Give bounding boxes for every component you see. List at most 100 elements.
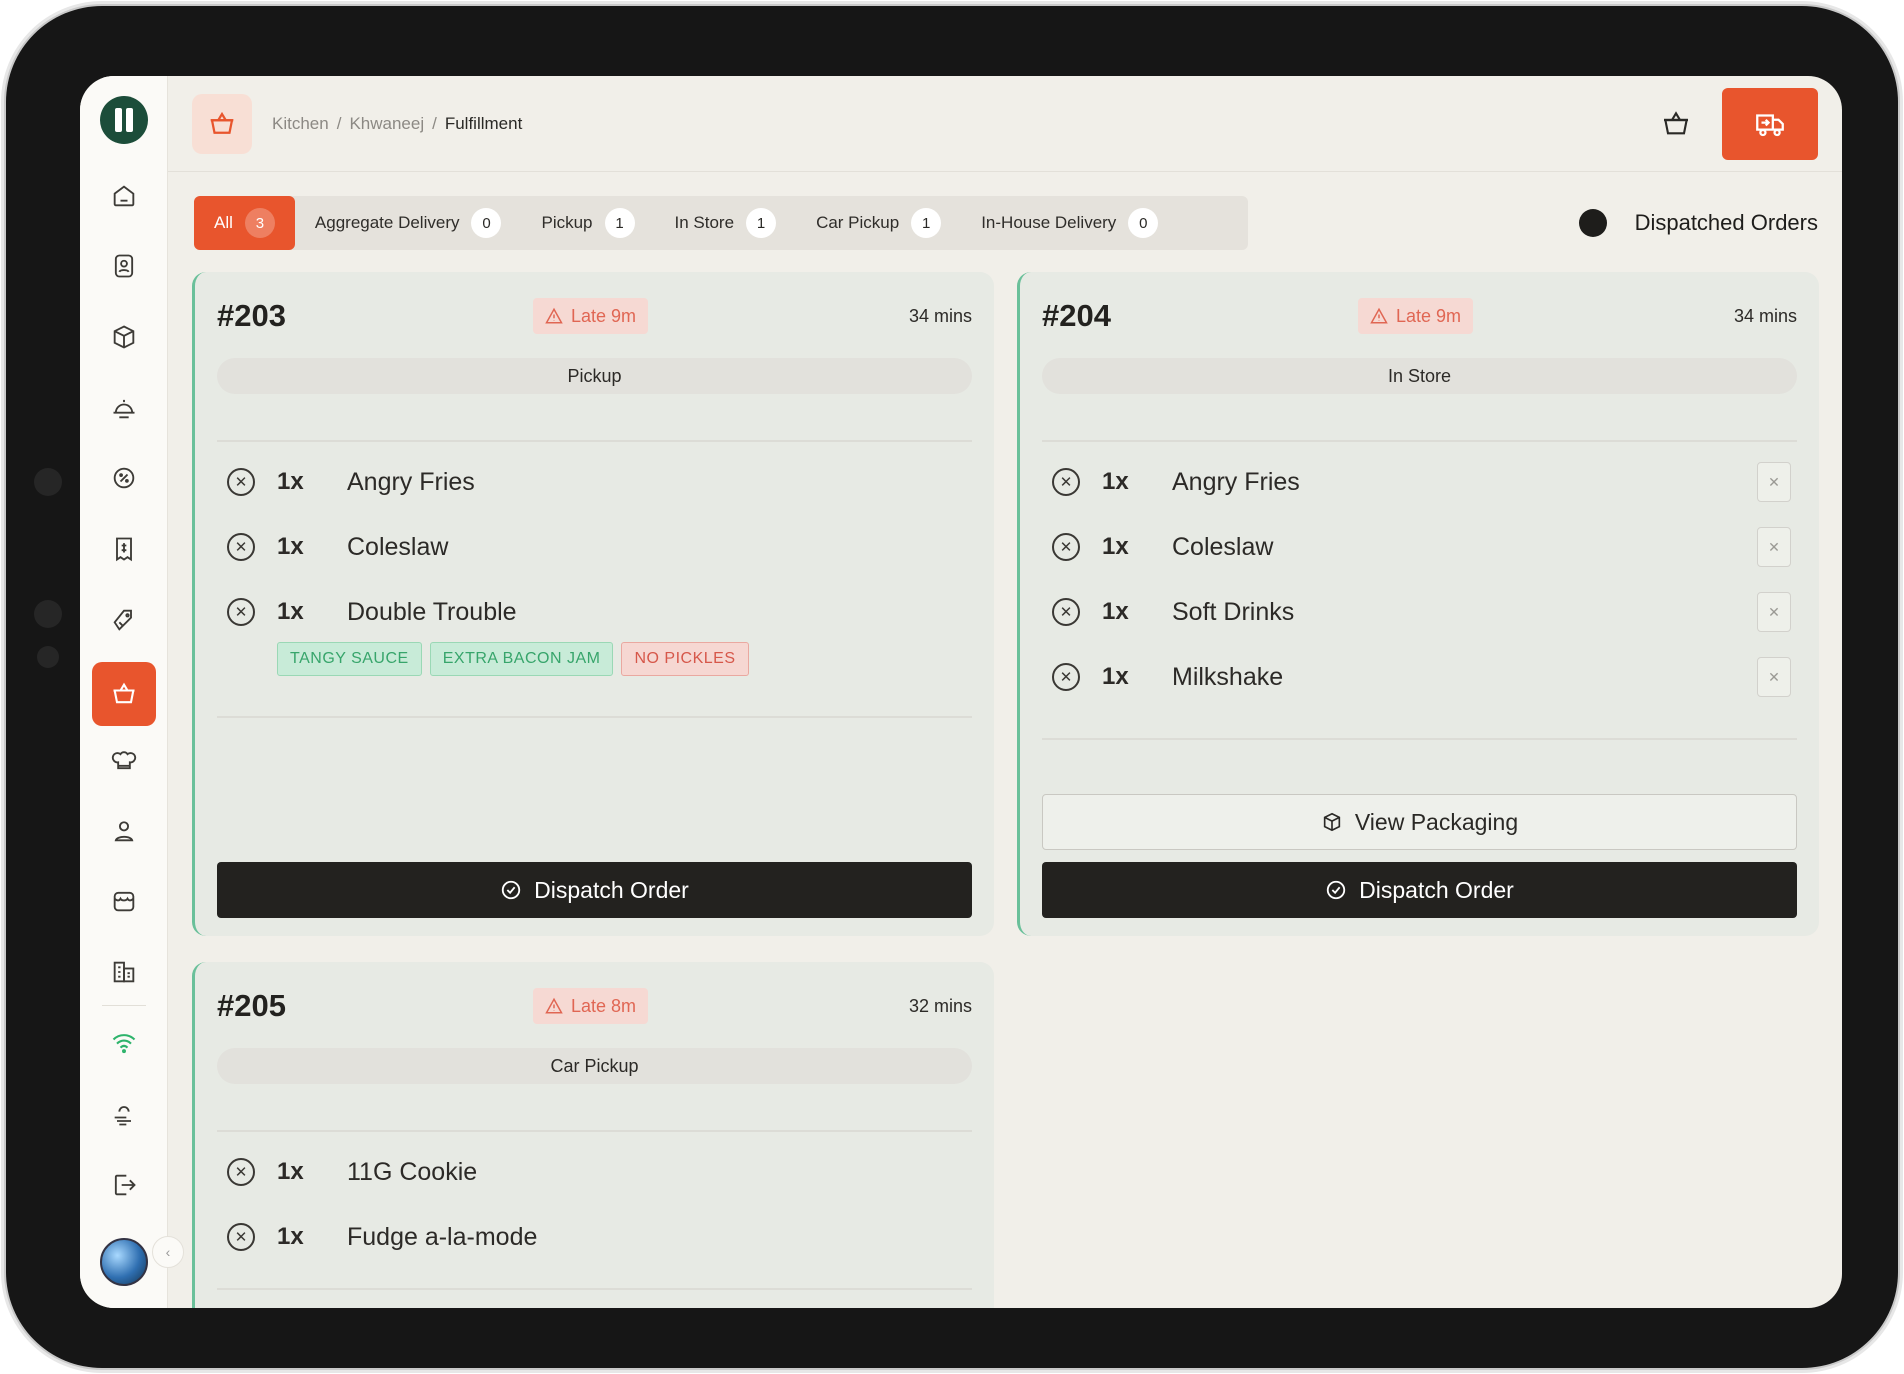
tab-pickup[interactable]: Pickup 1 [521,196,654,250]
late-label: Late 8m [571,995,637,1016]
breadcrumb-separator: / [336,114,342,133]
tab-count: 3 [244,208,275,238]
collapse-sidebar-button[interactable]: ‹ [152,1236,184,1268]
close-circle-icon[interactable]: ✕ [1052,533,1080,561]
elapsed-time: 34 mins [1733,306,1797,326]
user-icon[interactable] [102,809,146,853]
order-type: Pickup [217,358,972,394]
divider [1042,440,1797,442]
tab-car-pickup[interactable]: Car Pickup 1 [796,196,961,250]
close-circle-icon[interactable]: ✕ [227,598,255,626]
button-label: View Packaging [1354,808,1519,835]
item-name: Coleslaw [347,532,449,561]
button-label: Dispatch Order [534,876,689,903]
divider [1042,738,1797,740]
close-icon: ✕ [1768,668,1780,685]
remove-item-button[interactable]: ✕ [1757,462,1791,502]
list-item: ✕ 1x Angry Fries ✕ [1042,457,1797,507]
tab-count: 0 [1128,208,1159,238]
toggle-switch[interactable] [1578,209,1607,237]
camera-dot [34,600,62,628]
order-type: Car Pickup [217,1048,972,1084]
basket-button[interactable] [1656,104,1696,144]
buildings-icon[interactable] [102,950,146,994]
order-number: #205 [217,988,286,1023]
remove-item-button[interactable]: ✕ [1757,527,1791,567]
list-item: ✕ 1x Angry Fries [217,457,972,507]
order-number: #203 [217,298,286,333]
dispatched-orders-label: Dispatched Orders [1634,210,1818,235]
item-qty: 1x [1102,468,1129,495]
chef-hat-icon[interactable] [102,738,146,782]
store-icon[interactable] [102,879,146,923]
avatar[interactable] [100,1238,148,1286]
dispatch-order-button[interactable]: Dispatch Order [217,862,972,918]
close-circle-icon[interactable]: ✕ [227,468,255,496]
tab-in-store[interactable]: In Store 1 [655,196,797,250]
app-screen: ‹ Kitchen / Khwaneej / Fulfillment All 3… [80,76,1842,1308]
item-name: Angry Fries [347,467,475,496]
box-icon[interactable] [102,315,146,359]
late-label: Late 9m [1396,305,1462,326]
item-name: Fudge a-la-mode [347,1222,538,1251]
box-icon [1323,812,1341,832]
breadcrumb-item[interactable]: Khwaneej [349,114,424,134]
late-badge: Late 9m [1358,298,1474,334]
contact-book-icon[interactable] [102,244,146,288]
close-icon: ✕ [1768,603,1780,620]
remove-item-button[interactable]: ✕ [1757,657,1791,697]
close-icon: ✕ [1768,473,1780,490]
view-packaging-button[interactable]: View Packaging [1042,794,1797,850]
truck-icon [1756,114,1784,137]
order-card: #205 Late 8m 32 mins Car Pickup ✕ 1x 11G… [192,962,994,1308]
modifier-tag: TANGY SAUCE [277,642,422,676]
order-type: In Store [1042,358,1797,394]
close-circle-icon[interactable]: ✕ [1052,468,1080,496]
item-qty: 1x [1102,533,1129,560]
tab-all[interactable]: All 3 [194,196,295,250]
camera-dot [34,468,62,496]
tab-label: In Store [674,213,735,232]
list-item: ✕ 1x Double Trouble [217,587,972,637]
dish-icon[interactable] [102,386,146,430]
item-name: Double Trouble [347,597,517,626]
close-circle-icon[interactable]: ✕ [227,1158,255,1186]
divider [217,440,972,442]
close-circle-icon[interactable]: ✕ [227,533,255,561]
delivery-truck-button[interactable] [1722,88,1818,160]
warning-icon [1370,307,1388,324]
tab-in-house-delivery[interactable]: In-House Delivery 0 [961,196,1178,250]
close-circle-icon[interactable]: ✕ [1052,663,1080,691]
list-item: ✕ 1x 11G Cookie [217,1147,972,1197]
tab-aggregate-delivery[interactable]: Aggregate Delivery 0 [295,196,522,250]
close-circle-icon[interactable]: ✕ [1052,598,1080,626]
home-icon[interactable] [102,174,146,218]
check-circle-icon [1326,880,1346,900]
list-item: ✕ 1x Soft Drinks ✕ [1042,587,1797,637]
item-qty: 1x [277,468,304,495]
close-circle-icon[interactable]: ✕ [227,1223,255,1251]
dispatched-orders-toggle[interactable]: Dispatched Orders [1578,196,1818,250]
tab-label: Aggregate Delivery [314,213,460,232]
app-logo[interactable] [100,96,148,144]
weather-icon[interactable] [102,1092,146,1136]
breadcrumb: Kitchen / Khwaneej / Fulfillment [272,114,522,134]
discount-icon[interactable] [102,456,146,500]
tab-label: Car Pickup [816,213,900,232]
modifier-tag: NO PICKLES [621,642,749,676]
basket-icon [1664,111,1688,135]
logout-icon[interactable] [102,1163,146,1207]
close-icon: ✕ [1768,538,1780,555]
elapsed-time: 34 mins [908,306,972,326]
late-badge: Late 8m [533,988,649,1024]
tag-icon[interactable] [102,598,146,642]
receipt-icon[interactable] [102,527,146,571]
dispatch-order-button[interactable]: Dispatch Order [1042,862,1797,918]
item-name: 11G Cookie [347,1157,478,1186]
remove-item-button[interactable]: ✕ [1757,592,1791,632]
breadcrumb-item[interactable]: Kitchen [272,114,329,134]
tab-count: 1 [911,208,942,238]
button-label: Dispatch Order [1359,876,1514,903]
basket-icon[interactable] [92,662,156,726]
breadcrumb-separator: / [432,114,437,133]
